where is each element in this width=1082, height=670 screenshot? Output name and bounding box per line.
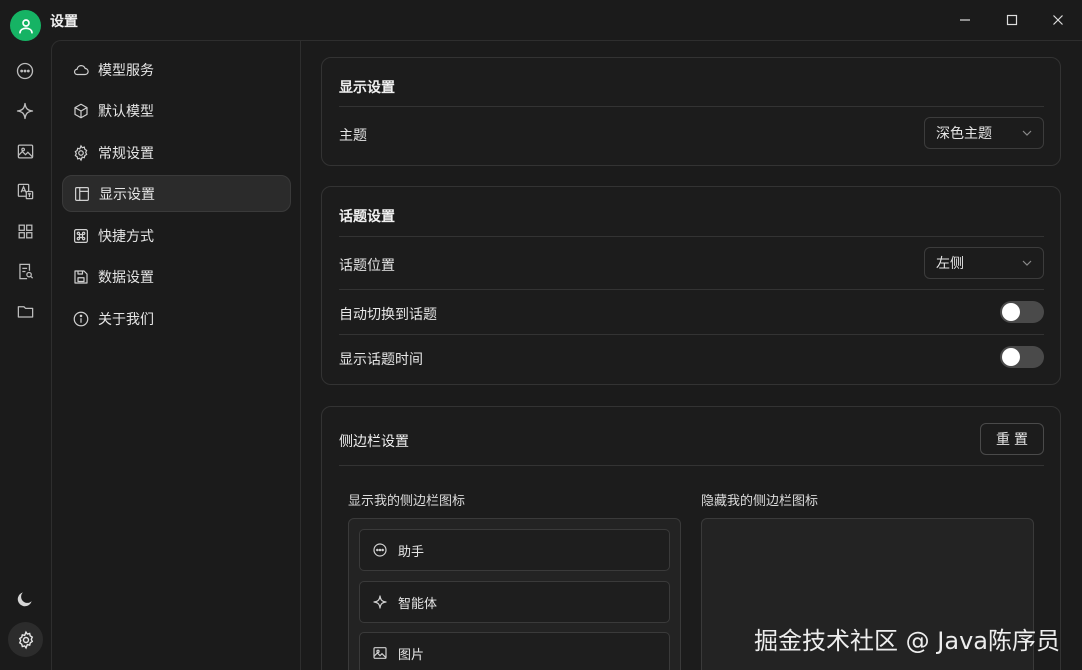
show-topic-time-toggle[interactable] — [1000, 346, 1044, 368]
section-title: 侧边栏设置 — [339, 433, 409, 449]
nav-item-label: 默认模型 — [98, 102, 154, 119]
chevron-down-icon — [1022, 260, 1032, 266]
topic-position-value: 左侧 — [936, 255, 964, 271]
theme-select[interactable]: 深色主题 — [924, 117, 1044, 149]
settings-content: 显示设置 主题 深色主题 话题设置 话题位置 左侧 自动切换到话题 显示话题时间… — [301, 40, 1082, 670]
gear-icon — [74, 144, 88, 161]
nav-item-model-service[interactable]: 模型服务 — [62, 51, 291, 88]
reset-button[interactable]: 重置 — [980, 423, 1044, 455]
nav-item-default-model[interactable]: 默认模型 — [62, 92, 291, 129]
rail-apps-button[interactable] — [13, 219, 37, 243]
command-icon — [74, 228, 88, 243]
maximize-button[interactable] — [989, 0, 1035, 40]
watermark: 掘金技术社区 @ Java陈序员 — [754, 627, 1060, 655]
chat-bubble-icon — [16, 62, 34, 80]
minimize-button[interactable] — [942, 0, 988, 40]
maximize-icon — [1006, 14, 1018, 26]
cube-icon — [74, 103, 88, 118]
nav-item-general[interactable]: 常规设置 — [62, 134, 291, 171]
nav-item-label: 数据设置 — [98, 268, 154, 285]
window-title: 设置 — [50, 13, 78, 29]
chat-bubble-icon — [373, 543, 387, 557]
divider — [339, 334, 1044, 335]
rail-files-button[interactable] — [13, 299, 37, 323]
rail-chat-button[interactable] — [13, 59, 37, 83]
nav-item-shortcuts[interactable]: 快捷方式 — [62, 217, 291, 254]
rail-settings-button[interactable] — [8, 622, 43, 657]
info-icon — [73, 311, 89, 326]
cloud-icon — [73, 64, 89, 75]
sparkle-icon — [16, 102, 34, 120]
divider — [339, 236, 1044, 237]
auto-switch-label: 自动切换到话题 — [339, 306, 437, 322]
section-title: 话题设置 — [339, 208, 395, 224]
chevron-down-icon — [1022, 130, 1032, 136]
nav-item-label: 关于我们 — [98, 310, 154, 327]
theme-label: 主题 — [339, 127, 367, 143]
apps-grid-icon — [18, 224, 32, 238]
user-icon — [18, 18, 33, 34]
show-topic-time-label: 显示话题时间 — [339, 351, 423, 367]
gear-icon — [18, 630, 33, 649]
auto-switch-toggle[interactable] — [1000, 301, 1044, 323]
rail-knowledge-button[interactable] — [13, 259, 37, 283]
toggle-knob — [1002, 348, 1020, 366]
rail-image-button[interactable] — [13, 139, 37, 163]
close-icon — [1053, 15, 1063, 25]
section-title: 显示设置 — [339, 79, 395, 95]
translate-icon — [17, 183, 33, 199]
close-button[interactable] — [1035, 0, 1081, 40]
list-item-label: 图片 — [398, 646, 425, 662]
user-avatar[interactable] — [10, 10, 41, 41]
divider — [339, 289, 1044, 290]
title-bar: 设置 — [0, 0, 1082, 41]
divider — [339, 106, 1044, 107]
theme-select-value: 深色主题 — [936, 125, 992, 141]
nav-item-display[interactable]: 显示设置 — [62, 175, 291, 212]
topic-settings-card: 话题设置 话题位置 左侧 自动切换到话题 显示话题时间 — [321, 186, 1061, 385]
folder-icon — [17, 305, 33, 318]
list-item[interactable]: 智能体 — [359, 581, 670, 623]
moon-icon — [17, 592, 32, 607]
theme-toggle-button[interactable] — [13, 587, 37, 611]
nav-item-label: 常规设置 — [98, 144, 154, 161]
nav-item-label: 模型服务 — [98, 61, 154, 78]
list-item[interactable]: 图片 — [359, 632, 670, 670]
nav-item-label: 快捷方式 — [98, 227, 154, 244]
settings-nav: 模型服务 默认模型 常规设置 显示设置 快捷方式 数据设置 关于我们 — [51, 40, 301, 670]
nav-item-label: 显示设置 — [99, 185, 155, 202]
save-icon — [74, 269, 88, 284]
list-item-label: 智能体 — [398, 595, 438, 611]
topic-position-label: 话题位置 — [339, 257, 395, 273]
topic-position-select[interactable]: 左侧 — [924, 247, 1044, 279]
visible-icons-title: 显示我的侧边栏图标 — [348, 493, 466, 508]
display-settings-card: 显示设置 主题 深色主题 — [321, 57, 1061, 166]
nav-item-about[interactable]: 关于我们 — [62, 300, 291, 337]
document-search-icon — [18, 263, 33, 279]
visible-icons-list: 助手 智能体 图片 — [348, 518, 681, 670]
minimize-icon — [960, 19, 970, 21]
list-item[interactable]: 助手 — [359, 529, 670, 571]
icon-rail — [0, 40, 51, 670]
layout-icon — [75, 186, 89, 201]
toggle-knob — [1002, 303, 1020, 321]
hidden-icons-title: 隐藏我的侧边栏图标 — [701, 493, 819, 508]
image-icon — [373, 647, 387, 659]
list-item-label: 助手 — [398, 543, 425, 559]
rail-translate-button[interactable] — [13, 179, 37, 203]
nav-item-data[interactable]: 数据设置 — [62, 258, 291, 295]
sparkle-icon — [373, 595, 387, 609]
divider — [339, 465, 1044, 466]
image-icon — [17, 144, 33, 158]
rail-agent-button[interactable] — [13, 99, 37, 123]
